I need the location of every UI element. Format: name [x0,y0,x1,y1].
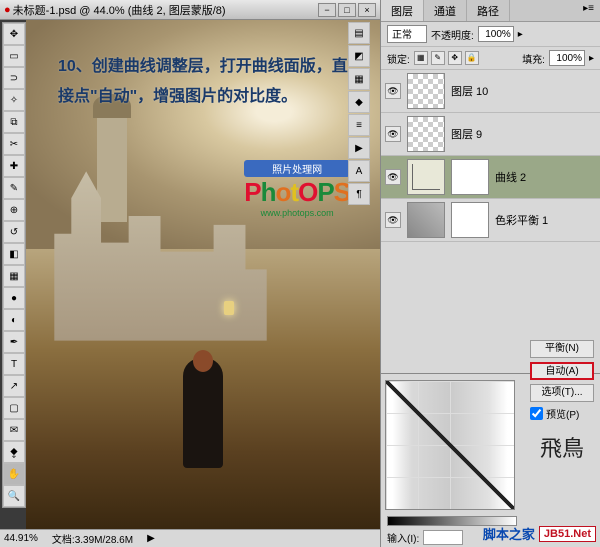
lock-move-icon[interactable]: ✥ [448,51,462,65]
adjustment-thumb [407,202,445,238]
watermark-badge: JB51.Net [539,526,596,542]
minimize-button[interactable]: − [318,3,336,17]
blur-tool-icon[interactable]: ● [3,287,25,309]
lock-row: 锁定: ▦ ✎ ✥ 🔒 填充: ▸ [381,47,600,70]
auto-button[interactable]: 自动(A) [530,362,594,380]
visibility-icon[interactable]: 👁 [385,169,401,185]
layer-name: 色彩平衡 1 [495,212,548,228]
para-panel-icon[interactable]: ¶ [348,183,370,205]
styles-panel-icon[interactable]: ◆ [348,91,370,113]
lock-all-icon[interactable]: 🔒 [465,51,479,65]
layer-row[interactable]: 👁 色彩平衡 1 [381,199,600,242]
adjustment-thumb [407,159,445,195]
watermark-text: 脚本之家 [483,524,535,543]
modified-dot: ● [4,4,11,16]
heal-tool-icon[interactable]: ✚ [3,155,25,177]
visibility-icon[interactable]: 👁 [385,83,401,99]
status-arrow-icon[interactable]: ▶ [147,533,155,544]
visibility-icon[interactable]: 👁 [385,212,401,228]
blend-row: 正常 不透明度: ▸ [381,22,600,47]
swatch-panel-icon[interactable]: ▦ [348,68,370,90]
tab-layers[interactable]: 图层 [381,0,424,21]
curves-graph[interactable] [385,380,515,510]
eraser-tool-icon[interactable]: ◧ [3,243,25,265]
panel-tabs: 图层 通道 路径 ▸≡ [381,0,600,22]
opacity-arrow-icon[interactable]: ▸ [518,29,523,40]
close-button[interactable]: × [358,3,376,17]
options-button[interactable]: 选项(T)... [530,384,594,402]
tab-paths[interactable]: 路径 [467,0,510,21]
dodge-tool-icon[interactable]: ◐ [3,309,25,331]
mask-thumb [451,202,489,238]
lock-transparent-icon[interactable]: ▦ [414,51,428,65]
zoom-tool-icon[interactable]: 🔍 [3,485,25,507]
curves-buttons: 平衡(N) 自动(A) 选项(T)... 预览(P) 飛鳥 [530,340,594,463]
gradient-tool-icon[interactable]: ▦ [3,265,25,287]
path-tool-icon[interactable]: ↗ [3,375,25,397]
nav-panel-icon[interactable]: ▤ [348,22,370,44]
fill-input[interactable] [549,50,585,66]
photops-logo: 照片处理网 PhotOPS www.photops.com [244,160,350,218]
color-panel-icon[interactable]: ◩ [348,45,370,67]
layer-name: 图层 9 [451,126,482,142]
char-panel-icon[interactable]: A [348,160,370,182]
layers-list: 👁 图层 10 👁 图层 9 👁 曲线 2 👁 色彩平衡 1 [381,70,600,373]
blend-mode-select[interactable]: 正常 [387,25,427,43]
opacity-label: 不透明度: [431,27,474,42]
lock-label: 锁定: [387,51,410,66]
opacity-input[interactable] [478,26,514,42]
hand-tool-icon[interactable]: ✋ [3,463,25,485]
history-brush-icon[interactable]: ↺ [3,221,25,243]
panel-menu-icon[interactable]: ▸≡ [577,0,600,21]
doc-size: 文档:3.39M/28.6M [52,531,133,546]
zoom-level: 44.91% [4,533,38,544]
layer-thumb [407,116,445,152]
fill-arrow-icon[interactable]: ▸ [589,53,594,64]
actions-panel-icon[interactable]: ▶ [348,137,370,159]
signature: 飛鳥 [530,431,594,463]
tab-channels[interactable]: 通道 [424,0,467,21]
lock-paint-icon[interactable]: ✎ [431,51,445,65]
mid-toolbar: ▤ ◩ ▦ ◆ ≡ ▶ A ¶ [348,22,374,205]
tutorial-caption: 10、创建曲线调整层，打开曲线面版，直接点"自动"，增强图片的对比度。 [58,52,360,113]
layer-row[interactable]: 👁 图层 9 [381,113,600,156]
layer-name: 图层 10 [451,83,488,99]
marquee-tool-icon[interactable]: ▭ [3,45,25,67]
layer-row[interactable]: 👁 图层 10 [381,70,600,113]
notes-tool-icon[interactable]: ✉ [3,419,25,441]
title-bar: ● 未标题-1.psd @ 44.0% (曲线 2, 图层蒙版/8) − □ × [0,0,380,20]
layer-thumb [407,73,445,109]
maximize-button[interactable]: □ [338,3,356,17]
input-label: 输入(I): [387,530,419,545]
eyedrop-tool-icon[interactable]: ⧪ [3,441,25,463]
pen-tool-icon[interactable]: ✒ [3,331,25,353]
brush-tool-icon[interactable]: ✎ [3,177,25,199]
type-tool-icon[interactable]: T [3,353,25,375]
preview-label: 预览(P) [546,406,579,421]
balance-button[interactable]: 平衡(N) [530,340,594,358]
canvas[interactable]: 10、创建曲线调整层，打开曲线面版，直接点"自动"，增强图片的对比度。 照片处理… [26,20,380,529]
visibility-icon[interactable]: 👁 [385,126,401,142]
fill-label: 填充: [522,51,545,66]
layer-row[interactable]: 👁 曲线 2 [381,156,600,199]
layer-name: 曲线 2 [495,169,526,185]
wand-tool-icon[interactable]: ✧ [3,89,25,111]
crop-tool-icon[interactable]: ⧉ [3,111,25,133]
slice-tool-icon[interactable]: ✂ [3,133,25,155]
mask-thumb [451,159,489,195]
stamp-tool-icon[interactable]: ⊕ [3,199,25,221]
history-panel-icon[interactable]: ≡ [348,114,370,136]
shape-tool-icon[interactable]: ▢ [3,397,25,419]
preview-checkbox[interactable] [530,407,543,420]
curves-input-field[interactable] [423,530,463,545]
status-bar: 44.91% 文档:3.39M/28.6M ▶ [0,529,380,547]
left-toolbar: ✥ ▭ ⊃ ✧ ⧉ ✂ ✚ ✎ ⊕ ↺ ◧ ▦ ● ◐ ✒ T ↗ ▢ ✉ ⧪ … [2,22,26,508]
doc-title: 未标题-1.psd @ 44.0% (曲线 2, 图层蒙版/8) [13,2,226,18]
move-tool-icon[interactable]: ✥ [3,23,25,45]
lasso-tool-icon[interactable]: ⊃ [3,67,25,89]
watermark: 脚本之家 JB51.Net [483,524,596,543]
